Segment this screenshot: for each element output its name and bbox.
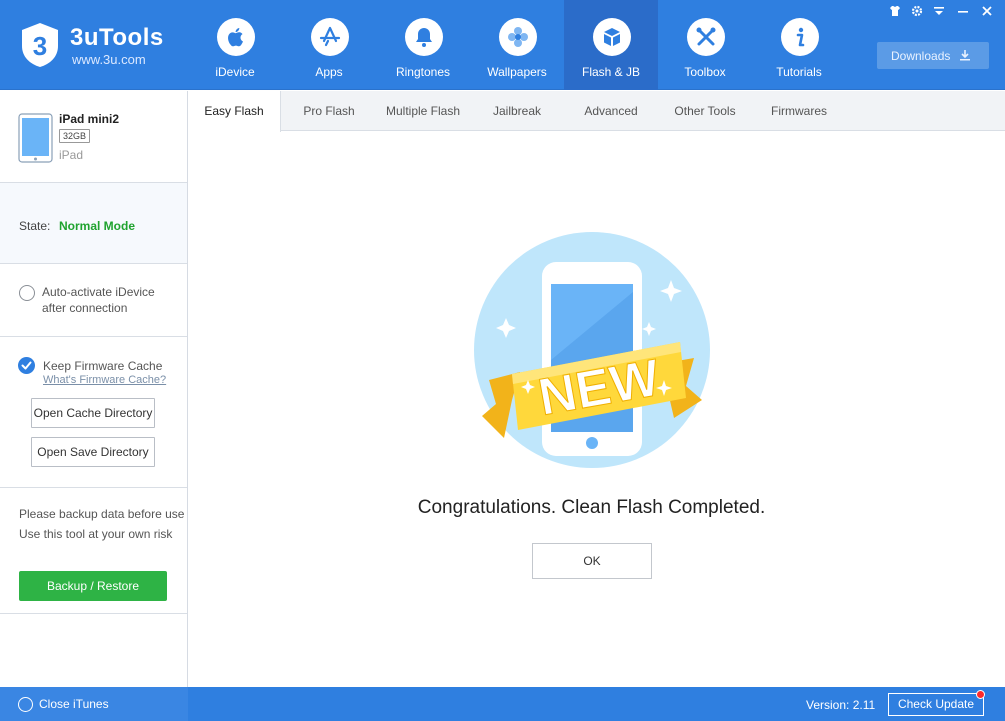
apple-icon — [228, 28, 243, 47]
ipad-icon — [18, 113, 53, 163]
nav-item-toolbox[interactable]: Toolbox — [658, 0, 752, 90]
auto-activate-label-2: after connection — [42, 301, 128, 315]
firmware-cache-help-link[interactable]: What's Firmware Cache? — [43, 374, 166, 386]
device-type: iPad — [59, 148, 84, 162]
gear-icon[interactable] — [907, 4, 927, 22]
tab-firmwares[interactable]: Firmwares — [752, 91, 846, 131]
nav-item-wallpapers[interactable]: Wallpapers — [470, 0, 564, 90]
check-icon — [21, 361, 32, 370]
close-itunes-radio[interactable] — [18, 697, 33, 712]
device-card: iPad mini2 32GB iPad — [0, 91, 187, 183]
warning-line-1: Please backup data before use — [19, 507, 185, 521]
minimize-icon[interactable] — [953, 4, 973, 22]
completion-message: Congratulations. Clean Flash Completed. — [417, 497, 766, 518]
warning-line-2: Use this tool at your own risk — [19, 527, 173, 541]
tab-other-tools[interactable]: Other Tools — [658, 91, 752, 131]
sidebar: iPad mini2 32GB iPad State: Normal Mode … — [0, 91, 188, 687]
downloads-button[interactable]: Downloads — [877, 42, 989, 69]
tab-jailbreak[interactable]: Jailbreak — [470, 91, 564, 131]
logo-mark-icon: 3 — [22, 23, 58, 67]
app-title: 3uTools — [70, 24, 164, 51]
backup-restore-button[interactable]: Backup / Restore — [19, 571, 167, 601]
ok-button[interactable]: OK — [532, 543, 652, 579]
tab-easy-flash[interactable]: Easy Flash — [188, 91, 281, 132]
app-store-icon — [319, 26, 341, 47]
version-label: Version: 2.11 — [806, 698, 876, 712]
nav-item-idevice[interactable]: iDevice — [188, 0, 282, 90]
flash-complete-illustration: NEW — [474, 232, 710, 468]
top-bar: 3 3uTools www.3u.com iDevice Apps Ringto… — [0, 0, 1005, 90]
close-icon[interactable] — [977, 4, 997, 22]
auto-activate-label-1: Auto-activate iDevice — [42, 285, 155, 299]
check-update-button[interactable]: Check Update — [888, 693, 984, 716]
download-icon — [960, 50, 970, 61]
tab-advanced[interactable]: Advanced — [564, 91, 658, 131]
state-label: State: — [19, 219, 51, 233]
app-url: www.3u.com — [72, 52, 146, 67]
svg-text:3: 3 — [33, 31, 47, 61]
auto-activate-section: Auto-activate iDevice after connection — [0, 264, 187, 337]
state-value: Normal Mode — [59, 219, 136, 233]
nav-item-tutorials[interactable]: Tutorials — [752, 0, 846, 90]
keep-cache-label: Keep Firmware Cache — [43, 359, 163, 373]
box-icon — [604, 28, 620, 46]
close-itunes-toggle[interactable]: Close iTunes — [0, 687, 188, 721]
update-notification-dot — [976, 690, 985, 699]
device-capacity: 32GB — [59, 129, 91, 143]
firmware-cache-section: Keep Firmware Cache What's Firmware Cach… — [0, 337, 187, 488]
open-save-directory-button[interactable]: Open Save Directory — [31, 437, 155, 467]
tools-icon — [696, 27, 716, 46]
tab-pro-flash[interactable]: Pro Flash — [282, 91, 376, 131]
app-logo: 3 3uTools www.3u.com — [20, 20, 163, 72]
menu-icon[interactable] — [929, 4, 949, 22]
device-name: iPad mini2 — [59, 112, 120, 126]
nav-item-ringtones[interactable]: Ringtones — [376, 0, 470, 90]
backup-section: Please backup data before use Use this t… — [0, 488, 187, 614]
flash-tabs: Easy Flash Pro Flash Multiple Flash Jail… — [188, 91, 1005, 132]
nav-item-flash-jb[interactable]: Flash & JB — [564, 0, 658, 90]
flower-icon — [508, 27, 528, 47]
auto-activate-radio[interactable] — [19, 285, 35, 301]
state-section: State: Normal Mode — [0, 183, 187, 264]
tab-multiple-flash[interactable]: Multiple Flash — [376, 91, 470, 131]
info-icon — [796, 27, 805, 47]
close-itunes-label: Close iTunes — [39, 697, 109, 711]
main-content: NEW Congratulations. Clean Flash Complet… — [188, 132, 1005, 687]
nav-item-apps[interactable]: Apps — [282, 0, 376, 90]
open-cache-directory-button[interactable]: Open Cache Directory — [31, 398, 155, 428]
skin-icon[interactable] — [885, 4, 905, 22]
bell-icon — [416, 28, 432, 47]
status-bar: Close iTunes Version: 2.11 Check Update — [0, 687, 1005, 721]
keep-cache-checkbox[interactable] — [18, 357, 35, 374]
